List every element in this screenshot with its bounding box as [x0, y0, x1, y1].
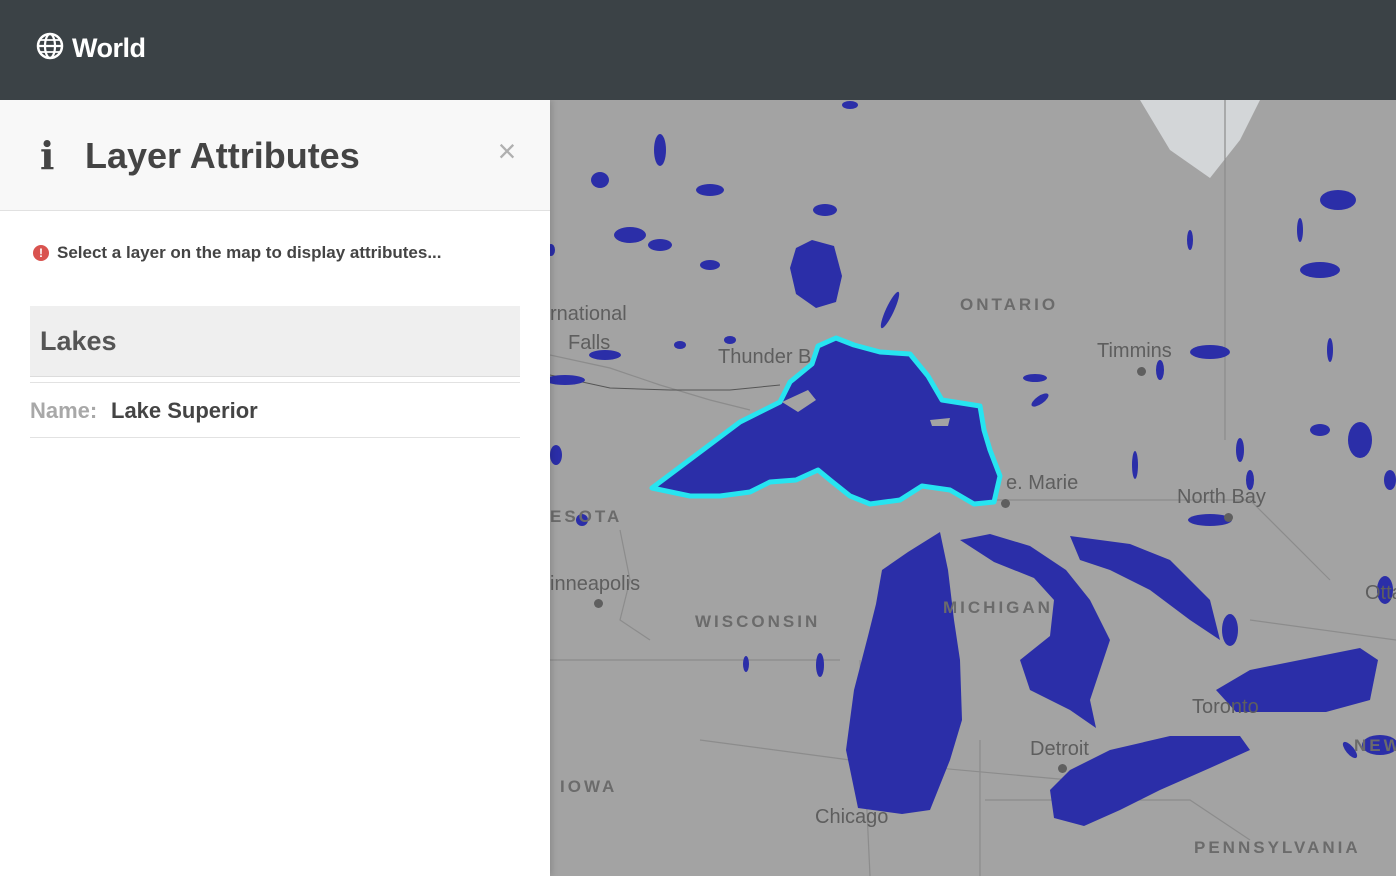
- map-canvas[interactable]: [550, 100, 1396, 876]
- hint-text: Select a layer on the map to display att…: [57, 243, 442, 262]
- map-view[interactable]: ONTARIO rnational Falls Thunder B Timmin…: [550, 100, 1396, 876]
- label-toronto: Toronto: [1192, 696, 1259, 718]
- label-ottawa: Otta: [1365, 582, 1396, 604]
- attribute-key: Name:: [30, 398, 98, 423]
- label-new-york: NEW: [1354, 736, 1396, 755]
- label-chicago: Chicago: [815, 806, 889, 828]
- international-border: [550, 374, 781, 391]
- label-detroit: Detroit: [1030, 738, 1089, 760]
- layer-section: Lakes: [30, 306, 520, 377]
- globe-icon: [36, 32, 64, 65]
- close-button[interactable]: ×: [492, 134, 522, 168]
- hudson-bay-ice: [1140, 100, 1260, 178]
- top-bar: World: [0, 0, 1396, 100]
- panel-header: i Layer Attributes ×: [0, 100, 550, 211]
- label-wisconsin: WISCONSIN: [695, 612, 821, 631]
- label-international-falls-2: Falls: [568, 332, 611, 354]
- app-title: World: [72, 32, 146, 63]
- brand[interactable]: World: [36, 28, 146, 68]
- alert-icon: !: [33, 245, 49, 261]
- label-north-bay: North Bay: [1177, 486, 1266, 508]
- layer-attributes-panel: i Layer Attributes × ! Select a layer on…: [0, 100, 550, 876]
- city-dot-north-bay: [1224, 513, 1233, 522]
- label-minnesota: ESOTA: [550, 507, 623, 526]
- lake-michigan: [846, 532, 962, 814]
- label-international-falls: rnational: [550, 303, 627, 325]
- label-thunder-bay: Thunder B: [718, 346, 812, 368]
- panel-title: Layer Attributes: [85, 135, 360, 176]
- city-dot-detroit: [1058, 764, 1067, 773]
- label-sault-ste-marie: e. Marie: [1006, 472, 1079, 494]
- city-dot-sault-ste-marie: [1001, 499, 1010, 508]
- city-dot-minneapolis: [594, 599, 603, 608]
- info-icon: i: [40, 133, 55, 178]
- label-iowa: IOWA: [560, 777, 618, 796]
- hint-message: ! Select a layer on the map to display a…: [33, 243, 442, 263]
- label-minneapolis: inneapolis: [550, 573, 641, 595]
- city-dot-timmins: [1137, 367, 1146, 376]
- label-michigan: MICHIGAN: [943, 598, 1053, 617]
- lake-huron: [960, 534, 1110, 728]
- attribute-row: Name: Lake Superior: [30, 382, 520, 438]
- attribute-value: Lake Superior: [111, 398, 258, 423]
- label-timmins: Timmins: [1097, 340, 1172, 362]
- lake-nipigon: [790, 240, 842, 308]
- label-ontario: ONTARIO: [960, 295, 1059, 314]
- label-pennsylvania: PENNSYLVANIA: [1194, 838, 1361, 857]
- layer-name: Lakes: [40, 326, 117, 356]
